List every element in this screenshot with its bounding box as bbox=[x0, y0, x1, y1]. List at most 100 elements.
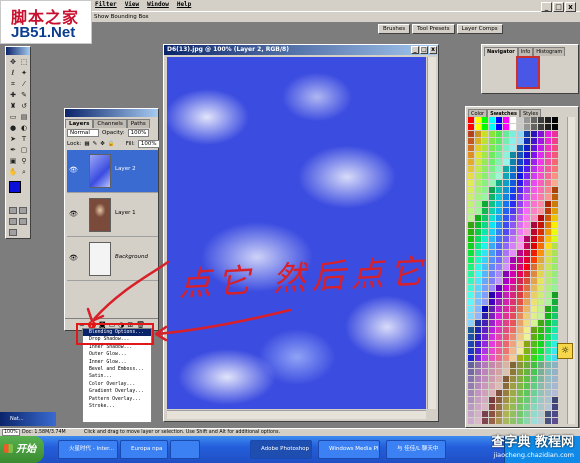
color-swatch[interactable] bbox=[468, 215, 474, 221]
color-swatch[interactable] bbox=[503, 117, 509, 123]
color-swatch[interactable] bbox=[496, 145, 502, 151]
color-swatch[interactable] bbox=[489, 187, 495, 193]
color-swatch[interactable] bbox=[545, 369, 551, 375]
color-swatch[interactable] bbox=[496, 334, 502, 340]
color-swatch[interactable] bbox=[510, 313, 516, 319]
color-swatch[interactable] bbox=[503, 404, 509, 410]
color-swatch[interactable] bbox=[468, 138, 474, 144]
color-swatch[interactable] bbox=[482, 236, 488, 242]
color-swatch[interactable] bbox=[468, 313, 474, 319]
color-swatch[interactable] bbox=[503, 313, 509, 319]
color-swatch[interactable] bbox=[517, 390, 523, 396]
color-swatch[interactable] bbox=[538, 271, 544, 277]
color-swatch[interactable] bbox=[531, 278, 537, 284]
color-swatch[interactable] bbox=[475, 243, 481, 249]
shape-tool-icon[interactable]: ▢ bbox=[19, 145, 29, 155]
color-swatch[interactable] bbox=[552, 411, 558, 417]
color-swatch[interactable] bbox=[538, 397, 544, 403]
color-swatch[interactable] bbox=[517, 348, 523, 354]
color-swatch[interactable] bbox=[524, 334, 530, 340]
marquee-tool-icon[interactable]: ⬚ bbox=[19, 57, 29, 67]
color-swatch[interactable] bbox=[489, 313, 495, 319]
color-swatch[interactable] bbox=[482, 271, 488, 277]
color-swatch[interactable] bbox=[524, 215, 530, 221]
color-swatch[interactable] bbox=[552, 306, 558, 312]
color-swatch[interactable] bbox=[517, 117, 523, 123]
color-swatch[interactable] bbox=[552, 334, 558, 340]
lasso-tool-icon[interactable]: ℓ bbox=[8, 68, 18, 78]
color-swatch[interactable] bbox=[468, 117, 474, 123]
color-swatch[interactable] bbox=[517, 257, 523, 263]
color-swatch[interactable] bbox=[538, 411, 544, 417]
tab-layers[interactable]: Layers bbox=[65, 119, 94, 128]
color-swatch[interactable] bbox=[524, 411, 530, 417]
color-swatch[interactable] bbox=[538, 257, 544, 263]
navigator-thumbnail[interactable] bbox=[516, 56, 540, 89]
color-swatch[interactable] bbox=[503, 166, 509, 172]
color-swatch[interactable] bbox=[517, 306, 523, 312]
color-swatch[interactable] bbox=[496, 278, 502, 284]
color-swatch[interactable] bbox=[538, 292, 544, 298]
color-swatch[interactable] bbox=[545, 208, 551, 214]
color-swatch[interactable] bbox=[468, 131, 474, 137]
color-swatch[interactable] bbox=[531, 131, 537, 137]
color-swatch[interactable] bbox=[468, 124, 474, 130]
color-swatch[interactable] bbox=[552, 271, 558, 277]
palette-mini-icon[interactable]: ☼ bbox=[557, 343, 573, 359]
color-swatch[interactable] bbox=[538, 285, 544, 291]
color-swatch[interactable] bbox=[475, 383, 481, 389]
palette-well-tab[interactable]: Layer Comps bbox=[456, 24, 503, 34]
color-swatch[interactable] bbox=[489, 264, 495, 270]
color-swatch[interactable] bbox=[468, 376, 474, 382]
color-swatch[interactable] bbox=[524, 362, 530, 368]
blur-tool-icon[interactable]: ● bbox=[8, 123, 18, 133]
color-swatch[interactable] bbox=[538, 341, 544, 347]
color-swatch[interactable] bbox=[524, 173, 530, 179]
color-swatch[interactable] bbox=[517, 166, 523, 172]
color-swatch[interactable] bbox=[482, 362, 488, 368]
color-swatch[interactable] bbox=[510, 390, 516, 396]
color-swatch[interactable] bbox=[496, 292, 502, 298]
color-swatch[interactable] bbox=[510, 222, 516, 228]
color-swatch[interactable] bbox=[475, 390, 481, 396]
color-swatch[interactable] bbox=[538, 124, 544, 130]
color-swatch[interactable] bbox=[475, 194, 481, 200]
color-swatch[interactable] bbox=[510, 257, 516, 263]
color-swatch[interactable] bbox=[552, 138, 558, 144]
color-swatch[interactable] bbox=[538, 215, 544, 221]
color-swatch[interactable] bbox=[538, 390, 544, 396]
color-swatch[interactable] bbox=[531, 404, 537, 410]
color-swatch[interactable] bbox=[496, 180, 502, 186]
color-swatch[interactable] bbox=[552, 201, 558, 207]
imageready-jump[interactable] bbox=[9, 229, 29, 237]
color-swatch[interactable] bbox=[468, 306, 474, 312]
color-swatch[interactable] bbox=[524, 299, 530, 305]
color-swatch[interactable] bbox=[482, 138, 488, 144]
color-swatch[interactable] bbox=[524, 194, 530, 200]
color-swatch[interactable] bbox=[531, 362, 537, 368]
color-swatch[interactable] bbox=[475, 229, 481, 235]
color-swatch[interactable] bbox=[538, 320, 544, 326]
color-swatch[interactable] bbox=[552, 327, 558, 333]
color-swatch[interactable] bbox=[468, 397, 474, 403]
color-swatch[interactable] bbox=[482, 390, 488, 396]
color-swatch[interactable] bbox=[552, 131, 558, 137]
menu-item-layer-style[interactable]: Satin... bbox=[83, 373, 151, 380]
toolbox-titlebar[interactable] bbox=[6, 47, 30, 55]
color-swatch[interactable] bbox=[468, 152, 474, 158]
color-swatch[interactable] bbox=[531, 418, 537, 424]
color-swatch[interactable] bbox=[503, 383, 509, 389]
color-swatch[interactable] bbox=[496, 250, 502, 256]
color-swatch[interactable] bbox=[489, 383, 495, 389]
color-swatch[interactable] bbox=[468, 383, 474, 389]
color-swatch[interactable] bbox=[482, 285, 488, 291]
color-swatch[interactable] bbox=[496, 201, 502, 207]
color-swatch[interactable] bbox=[531, 236, 537, 242]
color-swatch[interactable] bbox=[510, 383, 516, 389]
color-swatch[interactable] bbox=[489, 159, 495, 165]
color-swatch[interactable] bbox=[524, 355, 530, 361]
color-swatch[interactable] bbox=[538, 264, 544, 270]
color-swatch[interactable] bbox=[496, 313, 502, 319]
color-swatch[interactable] bbox=[503, 222, 509, 228]
color-swatch[interactable] bbox=[489, 376, 495, 382]
